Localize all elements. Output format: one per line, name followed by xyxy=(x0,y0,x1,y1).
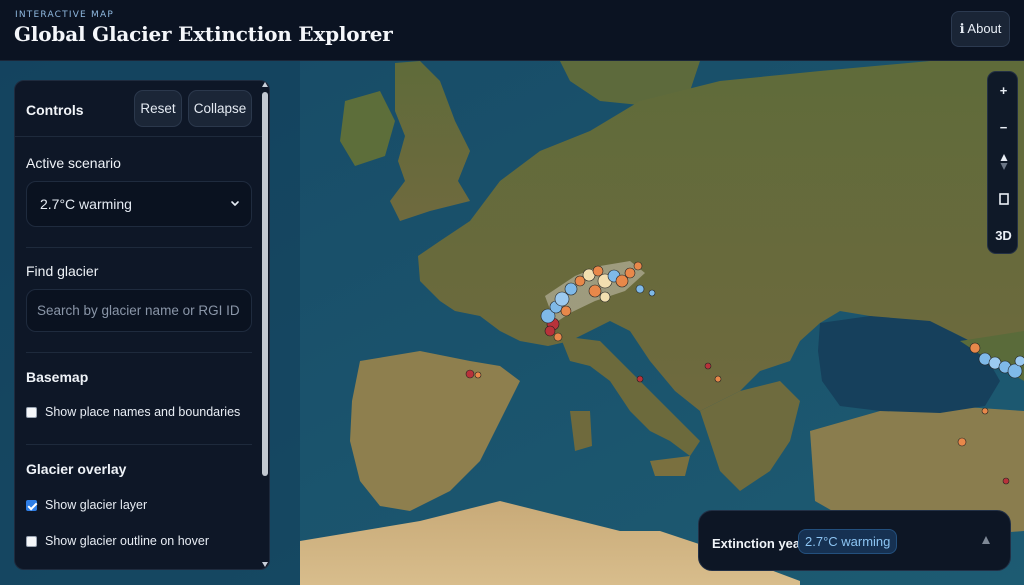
checkbox-checked[interactable] xyxy=(26,499,37,511)
controls-header: Controls Reset Collapse xyxy=(15,81,263,137)
glacier-overlay-label: Glacier overlay xyxy=(26,461,127,477)
scroll-down-icon[interactable] xyxy=(262,562,268,567)
place-names-checkbox[interactable]: Show place names and boundaries xyxy=(26,405,240,419)
collapse-button[interactable]: Collapse xyxy=(188,90,252,127)
glacier-outline-checkbox[interactable]: Show glacier outline on hover xyxy=(26,534,209,548)
compass-button[interactable] xyxy=(988,144,1019,180)
checkbox-unchecked[interactable] xyxy=(26,406,37,418)
glacier-layer-label: Show glacier layer xyxy=(45,498,148,512)
scenario-label: Active scenario xyxy=(26,155,121,171)
scenario-select[interactable]: 2.7°C warming xyxy=(26,181,252,227)
place-names-label: Show place names and boundaries xyxy=(45,405,241,419)
square-icon xyxy=(998,193,1009,205)
scenario-selected-value: 2.7°C warming xyxy=(40,196,132,212)
header-eyebrow: INTERACTIVE MAP xyxy=(15,10,114,20)
app-header: INTERACTIVE MAP Global Glacier Extinctio… xyxy=(0,0,1024,61)
scroll-thumb[interactable] xyxy=(262,92,268,476)
divider xyxy=(26,444,252,445)
scroll-up-icon[interactable] xyxy=(262,82,268,87)
reset-button[interactable]: Reset xyxy=(134,90,182,127)
extinction-legend: Extinction year 2.7°C warming xyxy=(698,510,1011,571)
about-button[interactable]: ℹ About xyxy=(951,11,1010,47)
divider xyxy=(26,247,252,248)
divider xyxy=(26,352,252,353)
chevron-up-icon[interactable] xyxy=(982,536,990,544)
controls-title: Controls xyxy=(26,102,84,118)
glacier-search-input[interactable] xyxy=(26,289,252,332)
controls-panel: Controls Reset Collapse Active scenario … xyxy=(14,80,270,570)
fullscreen-button[interactable] xyxy=(988,181,1019,217)
3d-toggle-button[interactable]: 3D xyxy=(988,217,1019,253)
basemap-label: Basemap xyxy=(26,369,89,385)
zoom-in-button[interactable]: + xyxy=(988,72,1019,108)
compass-icon xyxy=(1000,154,1007,170)
zoom-out-button[interactable]: − xyxy=(988,109,1019,145)
checkbox-unchecked[interactable] xyxy=(26,535,37,547)
find-glacier-label: Find glacier xyxy=(26,263,99,279)
glacier-markers[interactable] xyxy=(465,261,1024,485)
chevron-down-icon xyxy=(231,201,239,206)
scenario-badge: 2.7°C warming xyxy=(798,529,898,554)
legend-label: Extinction year xyxy=(712,536,806,551)
glacier-layer-checkbox[interactable]: Show glacier layer xyxy=(26,498,147,512)
glacier-outline-label: Show glacier outline on hover xyxy=(45,534,209,548)
panel-scrollbar[interactable] xyxy=(261,80,270,570)
map-controls: + − 3D xyxy=(987,71,1018,254)
page-title: Global Glacier Extinction Explorer xyxy=(14,22,393,46)
